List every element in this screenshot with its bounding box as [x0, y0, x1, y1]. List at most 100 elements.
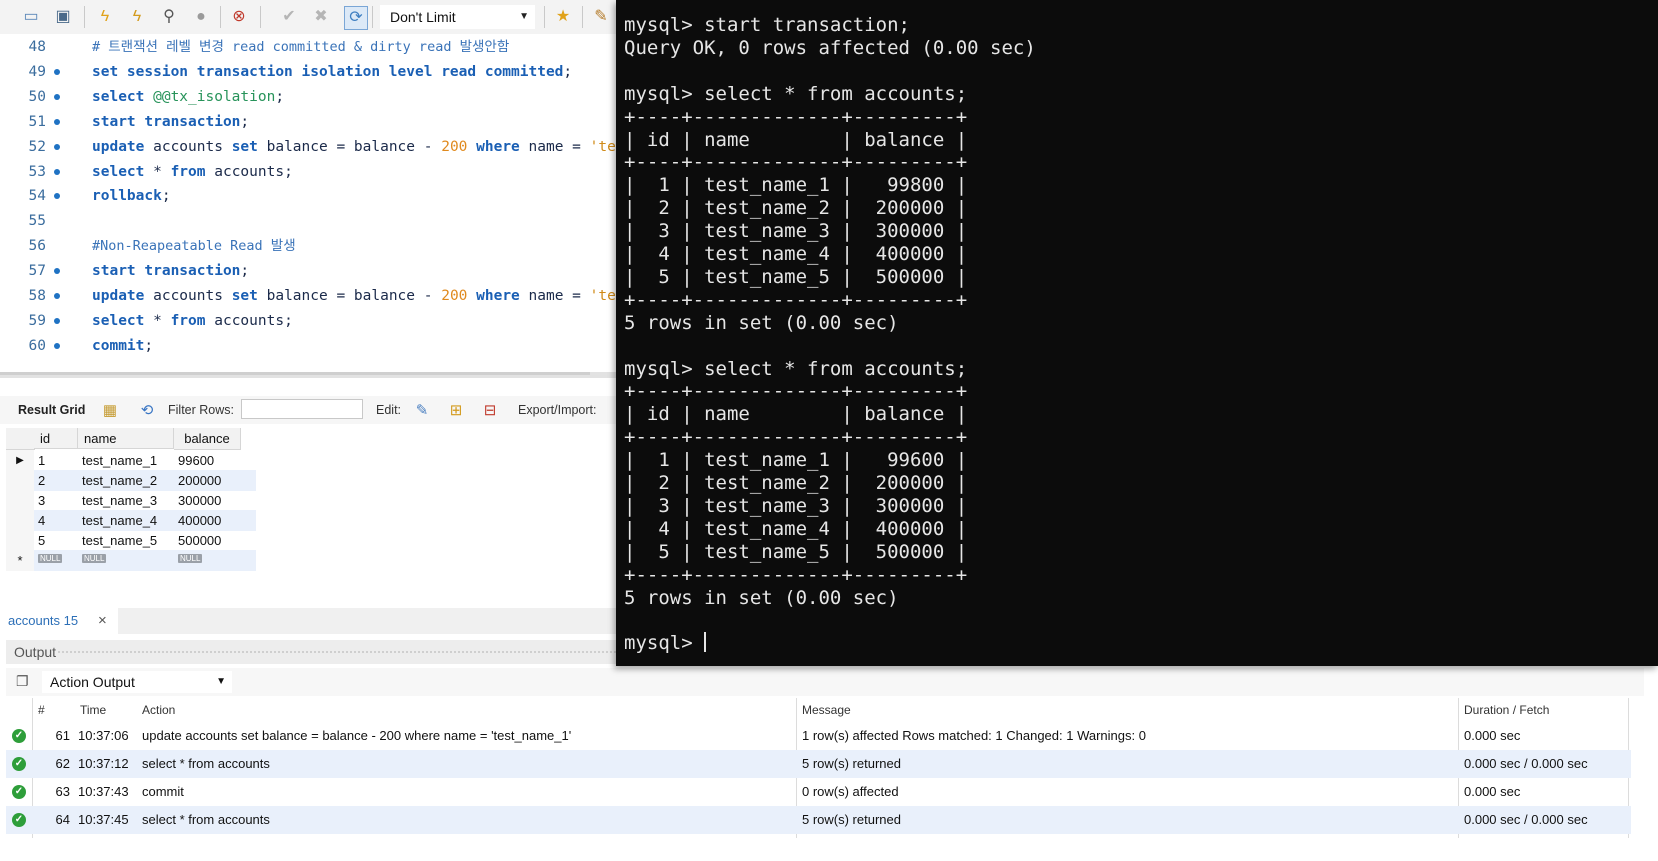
line-number: 59	[28, 312, 46, 329]
terminal-line: Query OK, 0 rows affected (0.00 sec)	[624, 37, 1036, 60]
commit-icon[interactable]: ✔	[278, 6, 300, 28]
terminal-line: +----+-------------+---------+	[624, 380, 967, 403]
list-item[interactable]: ✓ 64 10:37:45 select * from accounts 5 row(s…	[6, 806, 1631, 834]
tab-accounts[interactable]: accounts 15 ×	[0, 608, 118, 634]
grid-cell[interactable]: test_name_1	[82, 450, 174, 471]
editor-line[interactable]: 48 # 트랜잭션 레벨 변경 read committed & dirty re…	[0, 34, 620, 60]
editor-line[interactable]: 58 update accounts set balance = balance …	[0, 283, 620, 309]
grid-column-header[interactable]: name	[78, 428, 174, 449]
grid-cell[interactable]: 300000	[178, 490, 240, 511]
grid-cell[interactable]: NULL	[178, 550, 203, 571]
terminal-text: 5 rows in set (0.00 sec)	[624, 586, 899, 609]
action-text: select * from accounts	[142, 756, 270, 771]
editor-line[interactable]: 57 start transaction;	[0, 258, 620, 284]
code-token: 200	[441, 138, 477, 155]
statement-marker-icon	[54, 68, 60, 75]
grid-cell[interactable]: 2	[38, 470, 78, 491]
editor-horizontal-scrollbar[interactable]	[0, 372, 620, 378]
execute-icon[interactable]: ϟ	[94, 6, 116, 28]
grid-cell[interactable]: test_name_3	[82, 490, 174, 511]
col-time-header: Time	[80, 703, 107, 717]
grid-cell[interactable]: test_name_4	[82, 510, 174, 531]
editor-line[interactable]: 49 set session transaction isolation leve…	[0, 59, 620, 85]
editor-line[interactable]: 55	[0, 208, 620, 234]
code-token: ;	[161, 188, 171, 205]
close-icon[interactable]: ×	[98, 608, 107, 634]
row-selector[interactable]	[6, 510, 34, 531]
grid-cell[interactable]: 3	[38, 490, 78, 511]
toggle-stop-on-error-icon[interactable]: ⊗	[228, 6, 250, 28]
autocommit-icon[interactable]: ⟳	[344, 6, 368, 30]
table-row[interactable]: 5 test_name_5 500000	[6, 530, 256, 551]
list-item[interactable]: ✓ 63 10:37:43 commit 0 row(s) affected 0.000 …	[6, 778, 1631, 806]
line-number: 56	[28, 238, 46, 255]
terminal-text: +----+-------------+---------+	[624, 288, 968, 311]
grid-layout-icon[interactable]: ▦	[100, 400, 120, 420]
table-row[interactable]: 4 test_name_4 400000	[6, 510, 256, 531]
terminal-text: | 2 | test_name_2 | 200000 |	[624, 197, 968, 220]
filter-rows-input[interactable]	[241, 399, 363, 419]
editor-line[interactable]: 60 commit;	[0, 333, 620, 359]
grid-cell[interactable]: 200000	[178, 470, 240, 491]
table-row[interactable]: 2 test_name_2 200000	[6, 470, 256, 491]
save-icon[interactable]: ▣	[52, 6, 74, 28]
grid-cell[interactable]: NULL	[82, 550, 107, 571]
grid-column-header[interactable]: balance	[174, 428, 241, 450]
list-item[interactable]: ✓ 62 10:37:12 select * from accounts 5 row(s…	[6, 750, 1631, 778]
terminal-line: | 3 | test_name_3 | 300000 |	[624, 220, 967, 243]
grid-column-header[interactable]: id	[34, 428, 78, 449]
result-grid-tab[interactable]: Result Grid	[18, 396, 85, 424]
edit-row-icon[interactable]: ✎	[412, 400, 432, 420]
editor-line[interactable]: 52 update accounts set balance = balance …	[0, 134, 620, 160]
editor-line[interactable]: 53 select * from accounts;	[0, 159, 620, 185]
terminal-line: | 5 | test_name_5 | 500000 |	[624, 541, 967, 564]
mysql-terminal-window[interactable]: mysql> start transaction; Query OK, 0 row…	[616, 0, 1658, 666]
explain-icon[interactable]: ⚲	[158, 6, 180, 28]
grid-cell[interactable]: 1	[38, 450, 78, 471]
output-type-select[interactable]: Action Output ▼	[42, 671, 232, 693]
code-text: #Non-Reapeatable Read 발생	[92, 233, 296, 259]
beautify-brush-icon[interactable]: ✎	[590, 6, 612, 28]
editor-line[interactable]: 54 rollback;	[0, 183, 620, 209]
terminal-line: mysql> start transaction;	[624, 14, 910, 37]
execute-current-icon[interactable]: ϟ	[126, 6, 148, 28]
open-folder-icon[interactable]: ▭	[20, 6, 42, 28]
stop-icon[interactable]: ●	[190, 6, 212, 28]
grid-cell[interactable]: 99600	[178, 450, 240, 471]
grid-cell[interactable]: 500000	[178, 530, 240, 551]
current-row-arrow-icon[interactable]: ▶	[6, 450, 34, 471]
terminal-line: | 4 | test_name_4 | 400000 |	[624, 243, 967, 266]
refresh-icon[interactable]: ⟲	[137, 400, 157, 420]
scrollbar-thumb[interactable]	[0, 372, 590, 375]
table-row[interactable]: ▶ 1 test_name_1 99600	[6, 450, 256, 471]
sql-editor[interactable]: 48 # 트랜잭션 레벨 변경 read committed & dirty re…	[0, 34, 620, 372]
row-selector[interactable]	[6, 470, 34, 491]
copy-icon[interactable]: ❐	[16, 674, 30, 688]
editor-line[interactable]: 50 select @@tx_isolation;	[0, 84, 620, 110]
grid-cell[interactable]: NULL	[38, 550, 63, 571]
terminal-text: | id | name | balance |	[624, 128, 968, 151]
grid-cell[interactable]: test_name_2	[82, 470, 174, 491]
editor-line[interactable]: 59 select * from accounts;	[0, 308, 620, 334]
delete-row-icon[interactable]: ⊟	[480, 400, 500, 420]
rollback-icon[interactable]: ✖	[310, 6, 332, 28]
add-row-icon[interactable]: ⊞	[446, 400, 466, 420]
table-row[interactable]: 3 test_name_3 300000	[6, 490, 256, 511]
new-row[interactable]: * NULL NULL NULL	[6, 550, 256, 571]
grid-cell[interactable]: 4	[38, 510, 78, 531]
grid-cell[interactable]: 5	[38, 530, 78, 551]
code-token: start transaction	[92, 113, 241, 130]
code-token: 200	[441, 288, 477, 304]
row-selector[interactable]	[6, 490, 34, 511]
col-message-header: Message	[802, 703, 851, 717]
limit-rows-select[interactable]: Don't Limit ▼	[380, 5, 535, 29]
editor-line[interactable]: 51 start transaction;	[0, 109, 620, 135]
grid-cell[interactable]: test_name_5	[82, 530, 174, 551]
row-selector[interactable]	[6, 530, 34, 551]
grid-cell[interactable]: 400000	[178, 510, 240, 531]
grid-header-row: id name balance	[6, 428, 256, 450]
editor-line[interactable]: 56 #Non-Reapeatable Read 발생	[0, 233, 620, 259]
add-snippet-star-icon[interactable]: ★	[552, 6, 574, 28]
list-item[interactable]: ✓ 61 10:37:06 update accounts set balance =…	[6, 722, 1631, 750]
output-table-header: # Time Action Message Duration / Fetch	[6, 698, 1631, 722]
